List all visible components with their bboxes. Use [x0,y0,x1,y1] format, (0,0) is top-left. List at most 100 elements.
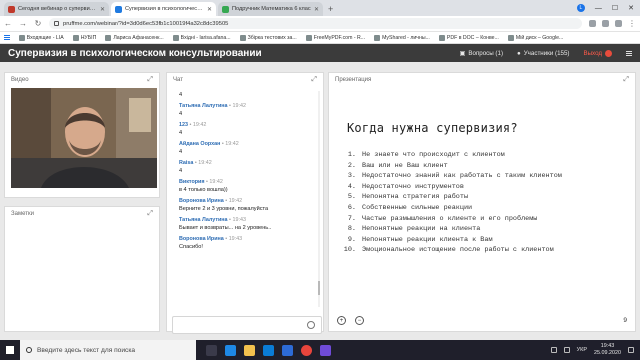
bookmark-item[interactable]: Мій диск – Google... [507,34,563,41]
tab-title: Подручник Математика 6 клас [232,6,311,12]
browser-tab-active[interactable]: Супервизия в психологическом ✕ [111,2,216,16]
minimize-icon[interactable]: — [595,5,602,12]
language-indicator[interactable]: УКР [577,347,587,353]
expand-icon[interactable]: ⤢ [623,76,629,84]
slide-list-item: 1. Не знаете что происходит с клиентом [347,151,505,159]
bookmark-item[interactable]: Збірка тестових за... [239,34,297,41]
extension-icon[interactable] [615,20,622,27]
url-field[interactable]: pruffme.com/webinar/?id=3d0d6ec53fb1c100… [49,18,582,29]
expand-icon[interactable]: ⤢ [311,76,317,84]
video-panel-label: Видео [11,76,29,83]
chat-message-text: 4 [179,129,183,136]
chat-time: 19:42 [198,160,212,166]
chat-message: Татьяна Лалутина • 19:43 Бывает и возвра… [179,217,317,231]
chat-author: Воронова Ирина [179,198,224,204]
exit-button[interactable]: Выход [583,49,612,57]
close-icon[interactable]: ✕ [314,6,319,13]
zoom-in-icon[interactable]: + [337,316,346,325]
back-arrow-icon[interactable]: ← [4,19,12,28]
notes-panel-label: Заметки [11,210,34,217]
chat-time: 19:42 [225,141,239,147]
chat-message: 123 • 19:42 4 [179,122,317,136]
volume-icon[interactable] [563,347,570,353]
edge-icon[interactable] [225,344,236,356]
questions-icon: ▣ [459,49,466,57]
chrome-icon[interactable] [301,344,312,356]
chat-time: 19:42 [192,122,207,128]
forward-arrow-icon[interactable]: → [19,19,27,28]
chat-time: 19:42 [232,103,246,109]
word-icon[interactable] [282,344,293,356]
mail-icon [18,34,25,41]
zoom-controls: + − [337,316,364,325]
tab-title: Супервизия в психологическом [125,6,204,12]
chat-message-input[interactable] [172,316,322,334]
bookmark-favicon-icon [105,34,112,41]
chat-author: Raisa [179,160,194,166]
browser-tab[interactable]: Подручник Математика 6 клас ✕ [218,2,323,16]
close-window-icon[interactable]: ✕ [628,4,634,12]
profile-avatar[interactable]: L [576,4,585,12]
file-explorer-icon[interactable] [244,344,255,356]
chat-message-list: 4 Татьяна Лалутина • 19:42 4 123 • 19:42… [179,90,317,310]
bookmark-item[interactable]: Входящие - LIA [18,34,64,41]
chat-message-text: Бывает и возвраты... на 2 уровень.. [179,224,272,231]
tab-title: Сегодня вебинар о супервизии [18,6,97,12]
expand-icon[interactable]: ⤢ [147,210,153,218]
slide-list-item: 8. Непонятные реакции на клиента [347,225,481,234]
presentation-panel: Презентация ⤢ Когда нужна супервизия? 1.… [328,72,636,332]
start-button[interactable] [0,340,20,360]
windows-taskbar: Введите здесь текст для поиска УКР 19:43… [0,340,640,360]
taskbar-search-field[interactable]: Введите здесь текст для поиска [20,340,196,360]
bookmark-item[interactable]: MyShared - личны... [374,34,430,41]
viber-icon[interactable] [320,344,331,356]
clock-date: 25.09.2020 [594,350,621,356]
slide-list-item: 5. Непонятна стратегия работы [347,193,469,202]
task-view-icon[interactable] [206,344,217,356]
new-tab-plus-icon[interactable]: + [328,4,333,14]
chat-panel-label: Чат [173,76,183,83]
chat-message-text: Верните 2 и 3 уровни, пожалуйста [179,205,269,212]
slide-list-item: 7. Частые размышления о клиенте и его про… [347,214,538,223]
bookmark-item[interactable]: Лариса Афанасенк... [105,34,164,41]
chat-message-text: 4 [179,167,183,174]
notifications-icon[interactable] [628,347,634,353]
taskbar-clock[interactable]: 19:43 25.09.2020 [594,343,621,357]
presenter-video-image [11,88,157,188]
star-icon[interactable] [589,20,596,27]
slide-list-item: 3. Недостаточно знаний как работать с так… [347,172,562,181]
browser-menu-icon[interactable]: ⋮ [628,19,636,28]
slide-list-item: 9. Непонятные реакции клиента к Вам [347,235,493,244]
webinar-title: Супервизия в психологическом консультиро… [8,47,262,59]
zoom-out-icon[interactable]: − [355,316,364,325]
participants-button[interactable]: ● Участники (155) [517,50,569,57]
browser-tab[interactable]: Сегодня вебинар о супервизии ✕ [4,2,109,16]
slide-page-number: 9 [623,317,627,324]
apps-grid-icon[interactable] [4,34,10,41]
expand-icon[interactable]: ⤢ [147,76,153,84]
bookmark-item[interactable]: FreeMyPDF.com - R... [305,34,365,41]
maximize-icon[interactable]: ☐ [612,4,618,12]
chat-author: Воронова Ирина [179,236,224,242]
store-icon[interactable] [263,344,274,356]
pdf-icon [438,34,445,41]
extension-icon[interactable] [602,20,609,27]
bookmark-item[interactable]: НУБІП [72,34,96,41]
slide-list: 1. Не знаете что происходит с клиентом 2.… [339,151,562,257]
chat-message-text: в 4 только вошла)) [179,186,228,193]
chat-time: 19:43 [228,236,243,242]
questions-button[interactable]: ▣ Вопросы (1) [460,50,503,57]
chat-scrollbar[interactable] [318,91,320,307]
exit-icon [605,49,612,57]
emoji-icon[interactable] [307,321,315,329]
close-icon[interactable]: ✕ [207,6,212,13]
bookmark-item[interactable]: PDF в DOC – Конве... [438,34,499,41]
bookmark-item[interactable]: Вхідні - larisa.afana... [172,34,231,41]
close-icon[interactable]: ✕ [100,6,105,13]
chat-message: 4 [179,92,317,98]
chat-panel: Чат ⤢ 4 Татьяна Лалутина • 19:42 4 123 •… [166,72,324,334]
network-icon[interactable] [550,347,557,353]
hamburger-menu-icon[interactable] [626,50,632,56]
reload-icon[interactable]: ↻ [34,19,42,28]
search-icon [26,347,32,353]
